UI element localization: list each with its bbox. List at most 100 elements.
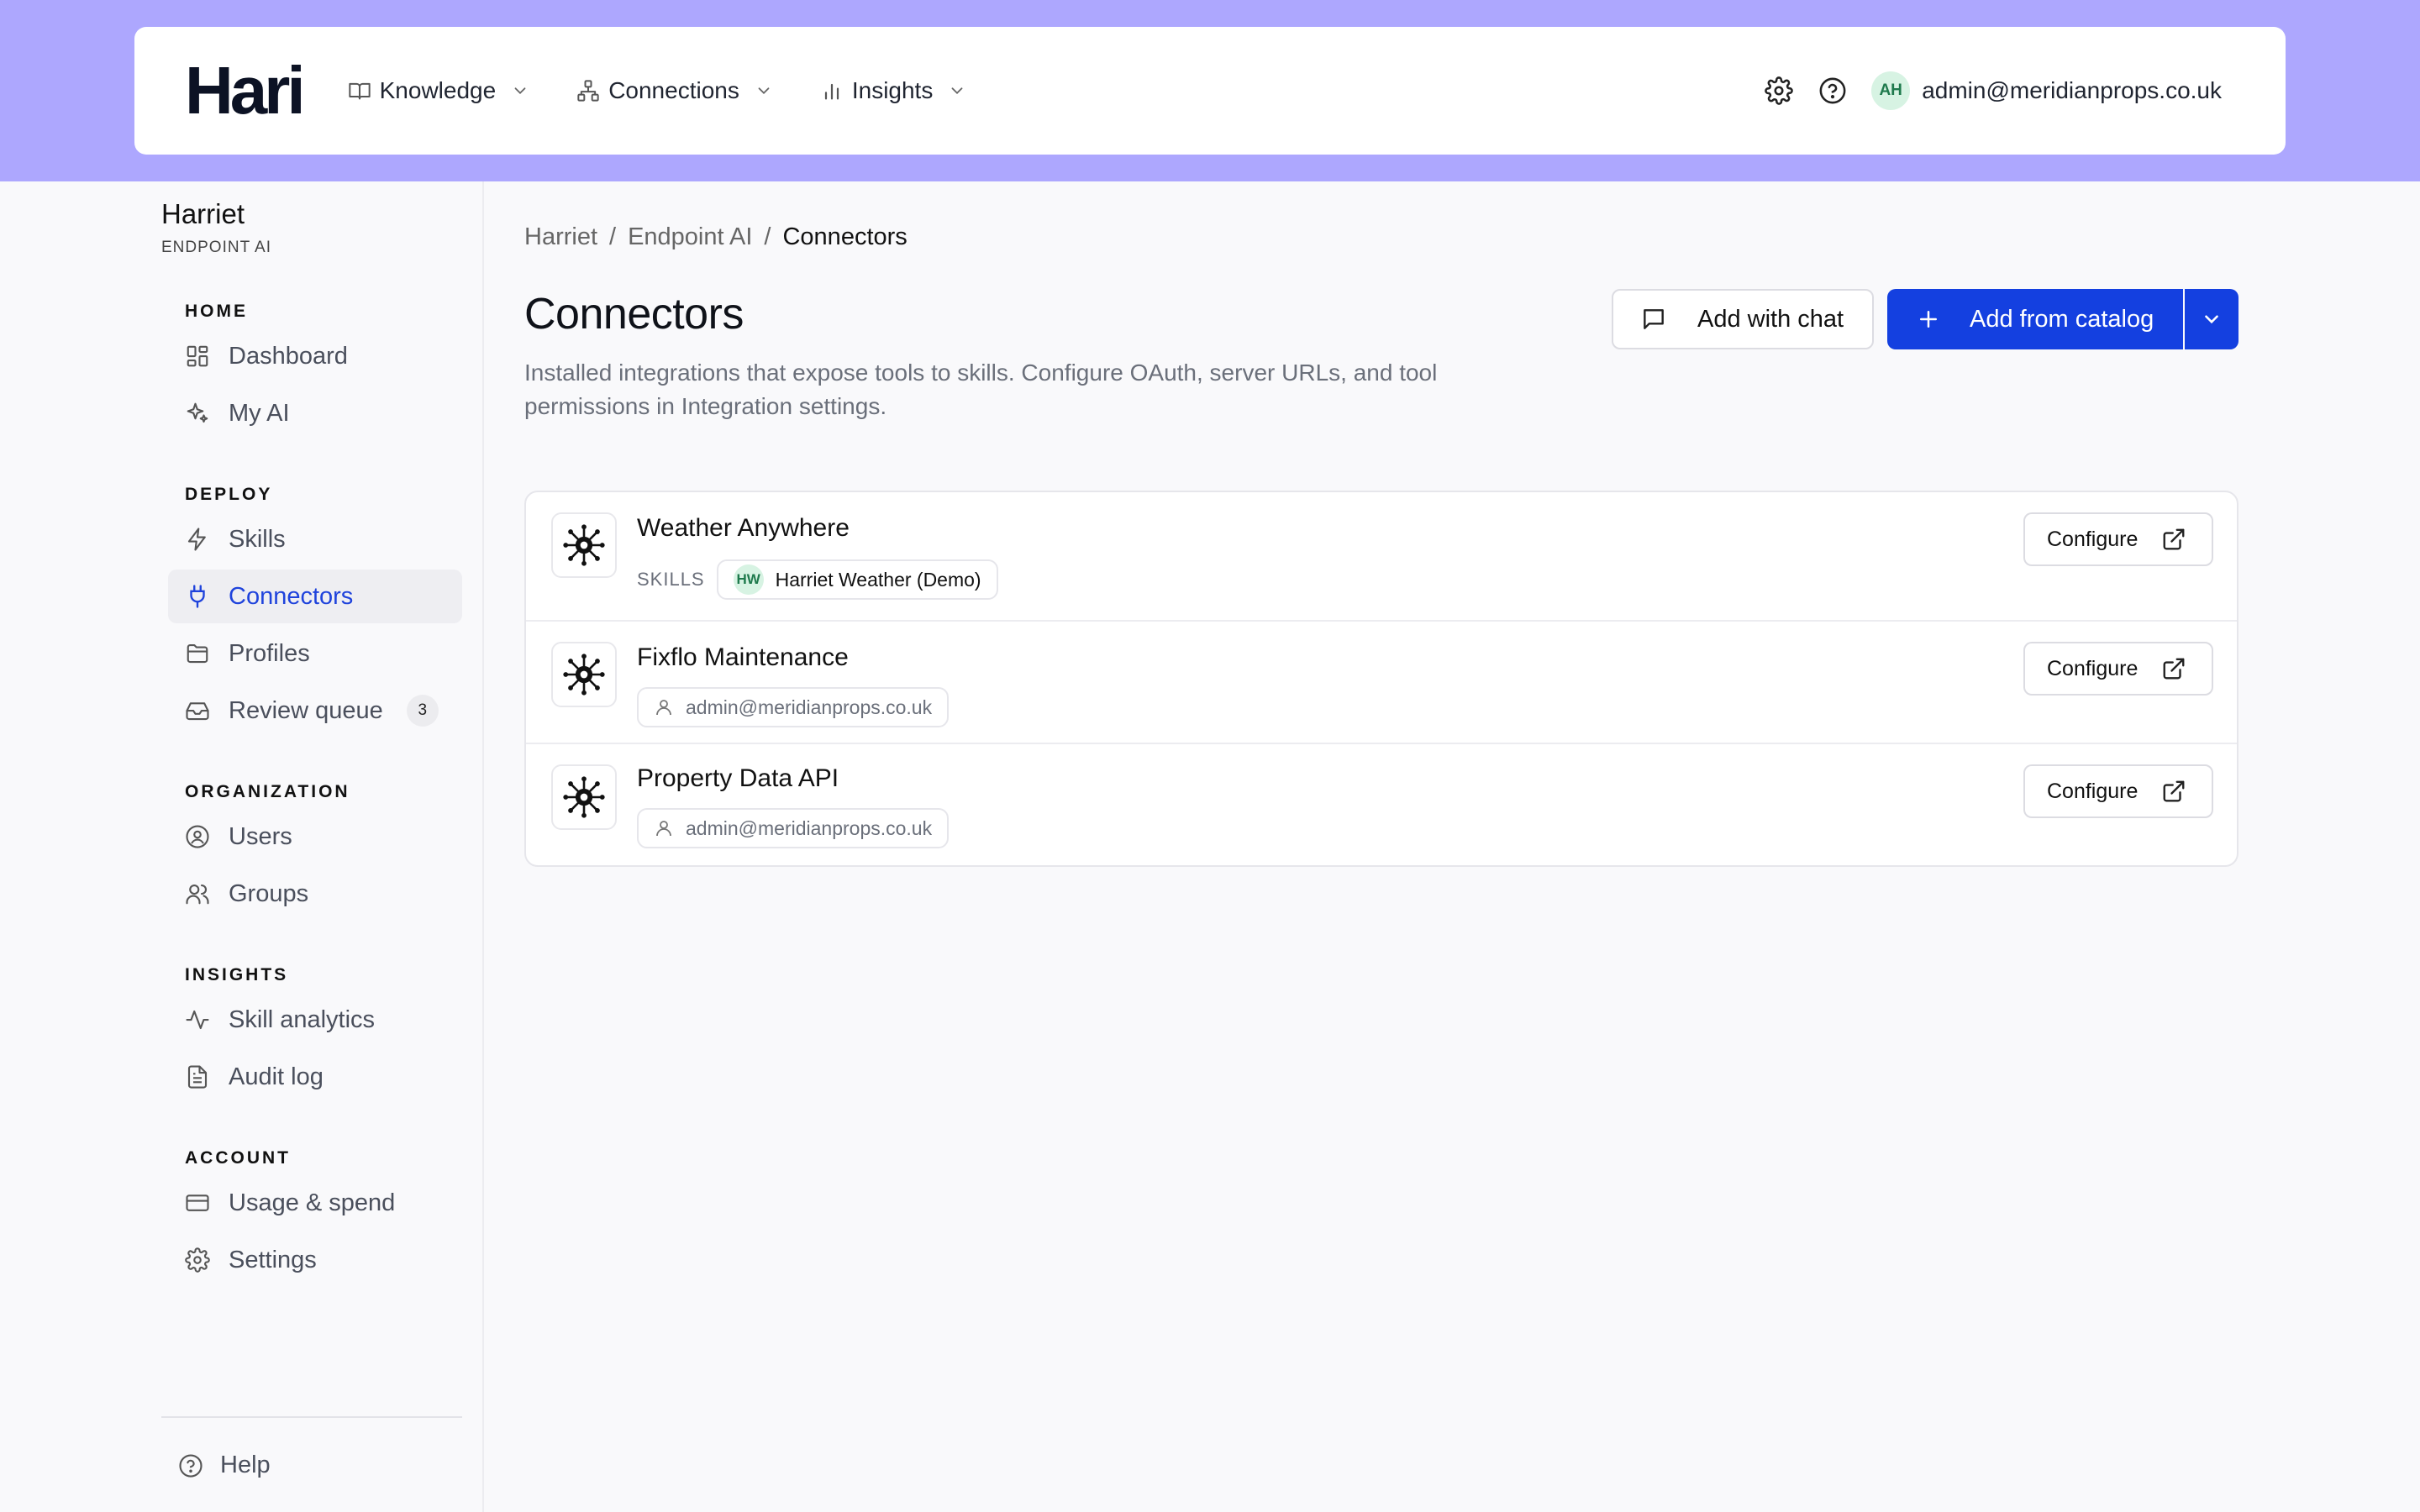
sidebar-item-label: My AI — [229, 399, 290, 427]
connector-name: Weather Anywhere — [637, 514, 850, 542]
configure-button[interactable]: Configure — [2023, 642, 2213, 696]
sidebar-section-organization: ORGANIZATION Users Groups — [168, 778, 462, 921]
chevron-down-icon — [951, 87, 963, 95]
sidebar-item-skills[interactable]: Skills — [168, 512, 462, 566]
sidebar-heading: ORGANIZATION — [185, 782, 350, 801]
sidebar-help-link[interactable]: Help — [178, 1452, 271, 1479]
sidebar-item-dashboard[interactable]: Dashboard — [168, 329, 462, 383]
sidebar-item-profiles[interactable]: Profiles — [168, 627, 462, 680]
bar-chart-icon — [824, 83, 839, 100]
skill-name: Harriet Weather (Demo) — [775, 568, 981, 591]
sidebar-item-review-queue[interactable]: Review queue 3 — [168, 684, 462, 738]
plug-icon — [190, 585, 205, 608]
breadcrumb-separator: / — [764, 223, 771, 250]
chevron-down-icon — [2205, 315, 2218, 324]
connector-logo — [551, 642, 617, 707]
add-with-chat-label: Add with chat — [1697, 305, 1844, 333]
owner-chip: admin@meridianprops.co.uk — [637, 808, 950, 848]
hub-icon — [563, 524, 605, 566]
user-email: admin@meridianprops.co.uk — [1922, 77, 2222, 103]
help-button[interactable] — [1818, 76, 1848, 106]
owner-chip: admin@meridianprops.co.uk — [637, 687, 950, 727]
header-right: AH admin@meridianprops.co.uk — [1764, 71, 2222, 110]
add-from-catalog-label: Add from catalog — [1970, 305, 2154, 333]
sidebar-item-label: Skills — [229, 525, 286, 553]
owner-email: admin@meridianprops.co.uk — [686, 696, 933, 718]
activity-icon — [186, 1010, 209, 1030]
skill-chip[interactable]: HW Harriet Weather (Demo) — [716, 559, 998, 600]
header-nav: Knowledge Connections Insights — [348, 77, 967, 104]
network-icon — [577, 80, 599, 102]
user-circle-icon — [186, 825, 209, 848]
breadcrumb: Harriet / Endpoint AI / Connectors — [524, 223, 908, 251]
users-icon — [186, 884, 209, 905]
book-icon — [348, 82, 371, 100]
connector-meta: admin@meridianprops.co.uk — [637, 808, 950, 848]
external-link-icon — [2163, 780, 2185, 802]
nav-connections[interactable]: Connections — [576, 77, 773, 104]
chevron-down-icon — [514, 87, 526, 95]
credit-card-icon — [186, 1194, 209, 1211]
help-circle-icon — [1819, 77, 1846, 104]
configure-button[interactable]: Configure — [2023, 512, 2213, 566]
hub-icon — [563, 654, 605, 696]
owner-email: admin@meridianprops.co.uk — [686, 816, 933, 839]
sparkles-icon — [187, 402, 208, 423]
configure-button[interactable]: Configure — [2023, 764, 2213, 818]
help-label: Help — [220, 1452, 271, 1478]
sidebar-item-groups[interactable]: Groups — [168, 867, 462, 921]
page-title: Connectors — [524, 290, 744, 339]
sidebar-item-usage-spend[interactable]: Usage & spend — [168, 1176, 462, 1230]
help-circle-icon — [179, 1453, 203, 1478]
sidebar-item-settings[interactable]: Settings — [168, 1233, 462, 1287]
skill-avatar: HW — [733, 564, 764, 595]
user-menu[interactable]: AH admin@meridianprops.co.uk — [1871, 71, 2222, 110]
breadcrumb-current: Connectors — [782, 223, 908, 250]
sidebar-section-home: HOME Dashboard My AI — [168, 297, 462, 440]
sidebar-item-connectors[interactable]: Connectors — [168, 570, 462, 623]
configure-label: Configure — [2047, 779, 2139, 803]
message-square-icon — [1644, 309, 1664, 329]
sidebar-item-audit-log[interactable]: Audit log — [168, 1050, 462, 1104]
gear-icon — [1765, 76, 1793, 105]
sidebar-item-label: Usage & spend — [229, 1189, 396, 1216]
dashboard-icon — [187, 345, 208, 367]
sidebar-item-users[interactable]: Users — [168, 810, 462, 864]
chevron-down-icon — [758, 87, 770, 95]
workspace-name[interactable]: Harriet — [161, 198, 245, 230]
nav-knowledge-label: Knowledge — [379, 77, 497, 103]
sidebar-divider — [161, 1416, 462, 1418]
external-link-icon — [2163, 528, 2185, 550]
sidebar-item-label: Dashboard — [229, 342, 348, 370]
connector-row[interactable]: Weather Anywhere SKILLS HW Harriet Weath… — [526, 492, 2237, 622]
settings-button[interactable] — [1764, 76, 1794, 106]
sidebar-item-my-ai[interactable]: My AI — [168, 386, 462, 440]
connector-row[interactable]: Fixflo Maintenance admin@meridianprops.c… — [526, 622, 2237, 744]
connectors-list: Weather Anywhere SKILLS HW Harriet Weath… — [524, 491, 2238, 867]
connector-meta: SKILLS HW Harriet Weather (Demo) — [637, 559, 998, 600]
user-icon — [656, 821, 671, 837]
add-from-catalog-button[interactable]: Add from catalog — [1887, 289, 2183, 349]
sidebar-section-account: ACCOUNT Usage & spend Settings — [168, 1144, 462, 1287]
add-with-chat-button[interactable]: Add with chat — [1612, 289, 1874, 349]
add-from-catalog-dropdown-button[interactable] — [2185, 289, 2238, 349]
app-logo[interactable]: Hari — [185, 57, 306, 124]
nav-connections-label: Connections — [608, 77, 739, 103]
folder-icon — [187, 643, 208, 664]
configure-label: Configure — [2047, 656, 2139, 680]
skills-label: SKILLS — [637, 569, 705, 590]
connector-row[interactable]: Property Data API admin@meridianprops.co… — [526, 744, 2237, 865]
sidebar-item-label: Skill analytics — [229, 1005, 376, 1033]
sidebar-heading: DEPLOY — [185, 485, 273, 504]
sidebar-heading: INSIGHTS — [185, 965, 289, 984]
nav-insights[interactable]: Insights — [820, 77, 967, 104]
review-queue-count-badge: 3 — [406, 695, 439, 727]
breadcrumb-item[interactable]: Harriet — [524, 223, 597, 251]
nav-knowledge[interactable]: Knowledge — [348, 77, 530, 104]
sidebar-item-skill-analytics[interactable]: Skill analytics — [168, 993, 462, 1047]
connector-meta: admin@meridianprops.co.uk — [637, 687, 950, 727]
configure-label: Configure — [2047, 527, 2139, 551]
lightning-icon — [187, 528, 206, 551]
breadcrumb-item[interactable]: Endpoint AI — [628, 223, 752, 251]
external-link-icon — [2163, 658, 2185, 680]
